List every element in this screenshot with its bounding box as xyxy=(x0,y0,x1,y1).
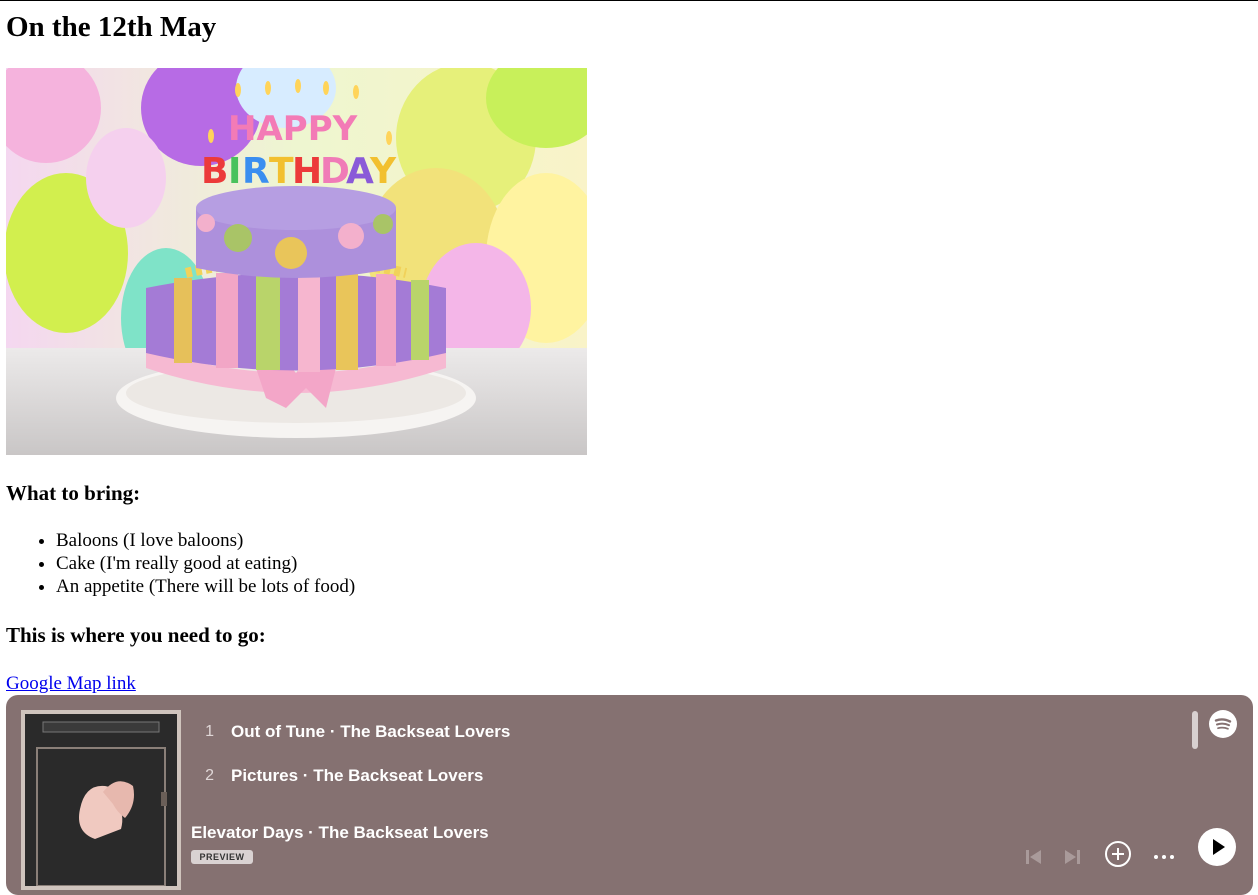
spotify-logo-icon[interactable] xyxy=(1209,710,1237,738)
google-map-link[interactable]: Google Map link xyxy=(6,672,136,695)
top-border xyxy=(0,0,1258,1)
track-title: Pictures · The Backseat Lovers xyxy=(231,766,484,785)
bring-list: Baloons (I love baloons) Cake (I'm reall… xyxy=(0,529,355,598)
spotify-embed-player: 1 Out of Tune · The Backseat Lovers 2 Pi… xyxy=(6,695,1253,895)
more-icon[interactable] xyxy=(1152,853,1176,861)
track-row[interactable]: 2 Pictures · The Backseat Lovers xyxy=(202,766,483,786)
next-icon[interactable] xyxy=(1063,847,1083,867)
svg-text:HAPPY: HAPPY xyxy=(228,109,358,149)
tracklist-scrollbar[interactable] xyxy=(1192,711,1198,749)
list-item: An appetite (There will be lots of food) xyxy=(56,575,355,598)
svg-text:Y: Y xyxy=(369,151,397,192)
birthday-cake-image: HAPPY B I R T H D A Y xyxy=(6,68,587,455)
play-icon[interactable] xyxy=(1198,828,1236,866)
svg-text:H: H xyxy=(292,151,322,192)
list-item: Baloons (I love baloons) xyxy=(56,529,355,552)
now-playing-title: Elevator Days · The Backseat Lovers xyxy=(191,823,489,842)
track-number: 1 xyxy=(205,723,214,740)
list-item: Cake (I'm really good at eating) xyxy=(56,552,355,575)
svg-text:R: R xyxy=(242,151,270,192)
track-title: Out of Tune · The Backseat Lovers xyxy=(231,722,511,741)
preview-badge: PREVIEW xyxy=(191,850,253,864)
track-row[interactable]: 1 Out of Tune · The Backseat Lovers xyxy=(202,722,510,742)
what-to-bring-heading: What to bring: xyxy=(6,481,141,505)
album-cover[interactable] xyxy=(21,710,181,890)
previous-icon[interactable] xyxy=(1023,847,1043,867)
page-title: On the 12th May xyxy=(6,11,217,43)
where-to-go-heading: This is where you need to go: xyxy=(6,623,266,647)
svg-text:T: T xyxy=(269,151,294,192)
svg-text:I: I xyxy=(228,151,241,192)
track-number: 2 xyxy=(205,767,214,784)
svg-text:B: B xyxy=(201,151,228,192)
add-icon[interactable] xyxy=(1104,840,1132,868)
